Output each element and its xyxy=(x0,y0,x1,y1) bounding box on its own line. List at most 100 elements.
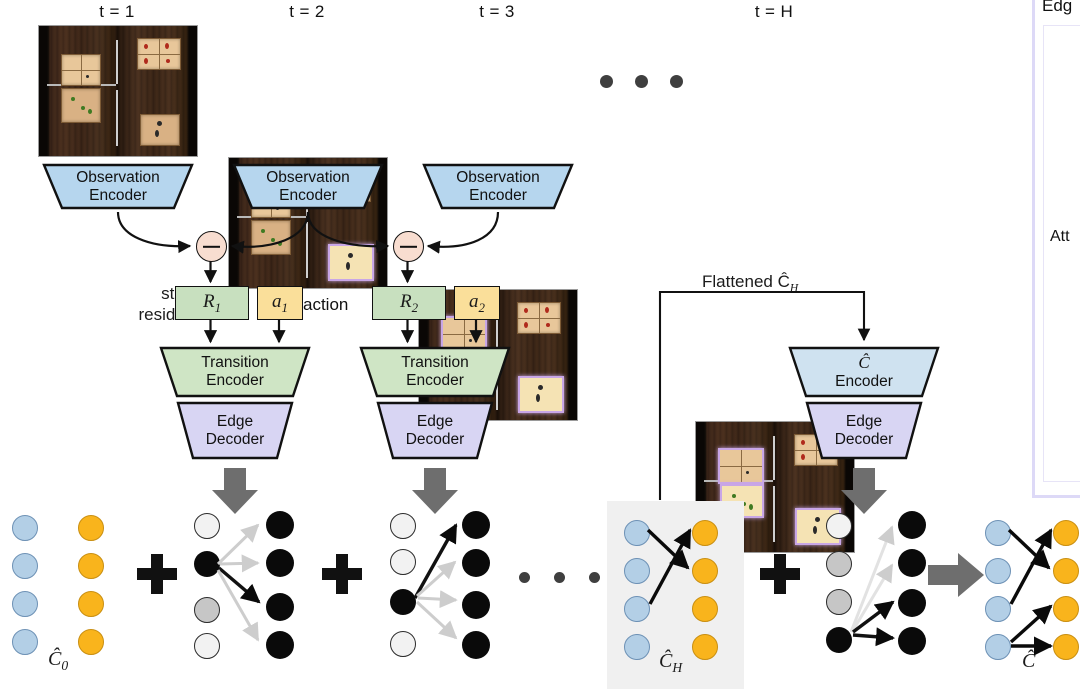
graph-label-symbol: Ĉ xyxy=(1022,650,1036,672)
subtract-node-2 xyxy=(393,231,424,262)
node-right xyxy=(1053,634,1079,660)
action-box-1: a1 xyxy=(257,286,303,320)
tensor-name: a xyxy=(272,290,282,312)
node-right xyxy=(462,631,490,659)
plus-sign-1 xyxy=(137,554,177,594)
node-right xyxy=(898,511,926,539)
edge-decoder-1[interactable]: Edge Decoder xyxy=(176,401,294,460)
node-left xyxy=(12,629,38,655)
transition-encoder-label-line2: Encoder xyxy=(206,372,264,389)
observation-encoder-t2[interactable]: Observation Encoder xyxy=(232,163,384,210)
tensor-sub: 1 xyxy=(281,299,288,315)
graph-label-symbol: Ĉ xyxy=(659,650,673,672)
plus-sign-3 xyxy=(760,554,800,594)
edge-decoder-label-line2: Decoder xyxy=(405,430,465,448)
tensor-name: R xyxy=(202,290,215,312)
timestep-ellipsis xyxy=(600,75,683,88)
graph-edge-1 xyxy=(190,505,310,659)
flattened-ch-label: Flattened ĈH xyxy=(702,272,798,294)
node-left xyxy=(12,553,38,579)
side-panel-body xyxy=(1043,25,1080,482)
side-panel-attention-label: Att xyxy=(1050,228,1070,245)
edge-decoder-label-line1: Edge xyxy=(416,412,454,430)
edge-decoder-3[interactable]: Edge Decoder xyxy=(805,401,923,460)
transition-encoder-1[interactable]: Transition Encoder xyxy=(159,346,311,398)
node-left xyxy=(985,634,1011,660)
edge-decoder-label-line1: Edge xyxy=(216,412,254,430)
node-right xyxy=(692,634,718,660)
node-left xyxy=(390,549,416,575)
tensor-sub: 1 xyxy=(214,299,222,315)
node-right xyxy=(266,593,294,621)
edge-decoder-label-line1: Edge xyxy=(845,412,883,430)
observation-encoder-label-line1: Observation xyxy=(456,168,540,186)
edge-decoder-2[interactable]: Edge Decoder xyxy=(376,401,494,460)
node-right xyxy=(1053,520,1079,546)
node-left xyxy=(390,513,416,539)
node-right xyxy=(898,549,926,577)
node-left xyxy=(826,551,852,577)
node-left xyxy=(624,558,650,584)
state-residual-box-2: R2 xyxy=(372,286,446,320)
node-right xyxy=(78,629,104,655)
tensor-sub: 2 xyxy=(478,299,485,315)
node-left xyxy=(12,515,38,541)
node-right xyxy=(1053,558,1079,584)
flattened-ch-text: Flattened Ĉ xyxy=(702,272,790,291)
timestep-label-H: t = H xyxy=(754,2,794,21)
action-box-2: a2 xyxy=(454,286,500,320)
edge-decoder-label-line2: Decoder xyxy=(205,430,265,448)
observation-encoder-label-line2: Encoder xyxy=(89,186,147,204)
node-right xyxy=(266,511,294,539)
c-encoder-label-line1: Ĉ xyxy=(858,353,870,373)
node-right xyxy=(462,549,490,577)
observation-encoder-label-line1: Observation xyxy=(76,168,160,186)
observation-frame-t1 xyxy=(38,25,198,157)
side-panel-header: Edg xyxy=(1042,0,1073,15)
graph-edge-2 xyxy=(386,505,506,659)
node-right xyxy=(898,589,926,617)
flattened-ch-sub: H xyxy=(789,281,799,295)
node-right xyxy=(1053,596,1079,622)
tensor-sub: 2 xyxy=(411,299,419,315)
figure-canvas: t = 1 t = 2 t = 3 t = H Observation Enco… xyxy=(0,0,1080,689)
side-panel xyxy=(1032,0,1080,498)
graph-edge-3 xyxy=(822,505,942,655)
tensor-name: a xyxy=(469,290,479,312)
node-right xyxy=(898,627,926,655)
plus-sign-2 xyxy=(322,554,362,594)
node-left xyxy=(624,596,650,622)
node-left xyxy=(194,597,220,623)
graph-ch-label: ĈH xyxy=(659,650,682,676)
node-left xyxy=(826,627,852,653)
node-left xyxy=(194,633,220,659)
node-left xyxy=(12,591,38,617)
observation-encoder-label-line2: Encoder xyxy=(469,186,527,204)
state-residual-box-1: R1 xyxy=(175,286,249,320)
graph-ellipsis xyxy=(519,572,600,583)
node-left xyxy=(985,558,1011,584)
c-encoder[interactable]: Ĉ Encoder xyxy=(788,346,940,398)
edge-decoder-label-line2: Decoder xyxy=(834,430,894,448)
node-right xyxy=(462,511,490,539)
node-right xyxy=(78,591,104,617)
node-left xyxy=(985,596,1011,622)
node-right xyxy=(78,553,104,579)
transition-encoder-2[interactable]: Transition Encoder xyxy=(359,346,511,398)
observation-encoder-t1[interactable]: Observation Encoder xyxy=(42,163,194,210)
observation-encoder-label-line1: Observation xyxy=(266,168,350,186)
node-left xyxy=(390,631,416,657)
graph-label-sub: 0 xyxy=(61,658,69,673)
subtract-node-1 xyxy=(196,231,227,262)
node-right xyxy=(266,631,294,659)
node-left xyxy=(624,634,650,660)
observation-encoder-t3[interactable]: Observation Encoder xyxy=(422,163,574,210)
node-right xyxy=(692,558,718,584)
timestep-label-3: t = 3 xyxy=(479,2,515,21)
graph-ch xyxy=(624,512,734,662)
transition-encoder-label-line1: Transition xyxy=(201,354,269,372)
graph-c-final-label: Ĉ xyxy=(1022,650,1035,673)
tensor-name: R xyxy=(399,290,412,312)
timestep-label-1: t = 1 xyxy=(99,2,135,21)
graph-c0-label: Ĉ0 xyxy=(48,648,68,674)
